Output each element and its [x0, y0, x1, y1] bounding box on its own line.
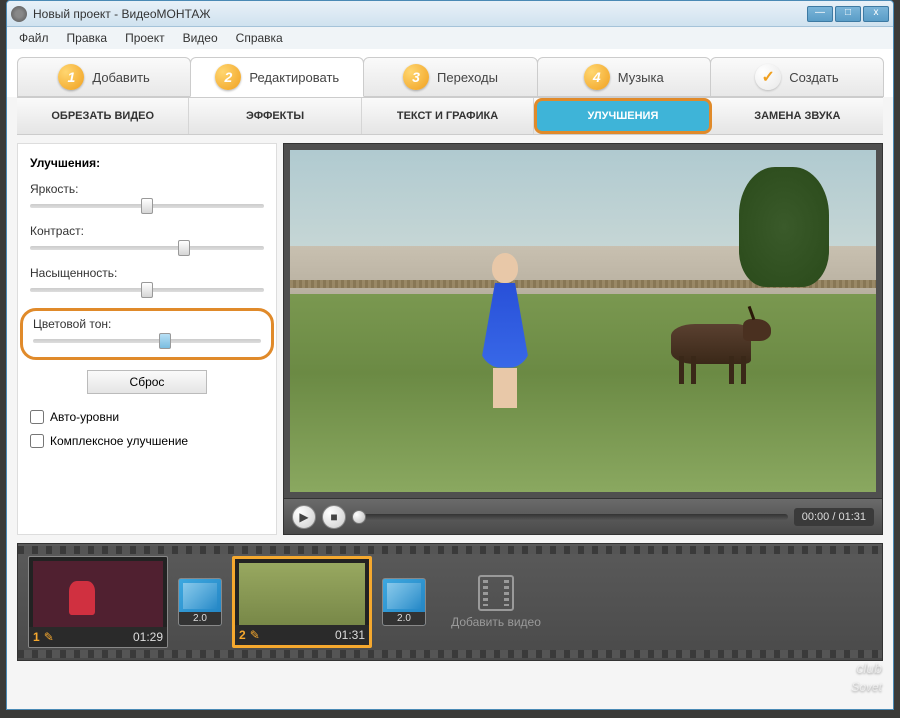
titlebar: Новый проект - ВидеоМОНТАЖ — □ x	[7, 1, 893, 27]
panel-heading: Улучшения:	[30, 156, 264, 170]
timeline: 1 ✎ 01:29 2.0 2 ✎ 01:31 2.0 Добавить вид…	[17, 543, 883, 661]
main-tabs: 1 Добавить 2 Редактировать 3 Переходы 4 …	[7, 49, 893, 97]
hue-label: Цветовой тон:	[33, 317, 261, 331]
auto-levels-input[interactable]	[30, 410, 44, 424]
saturation-label: Насыщенность:	[30, 266, 264, 280]
preview-panel: ▶ ■ 00:00 / 01:31	[283, 143, 883, 535]
maximize-button[interactable]: □	[835, 6, 861, 22]
brightness-thumb[interactable]	[141, 198, 153, 214]
clip-1[interactable]: 1 ✎ 01:29	[28, 556, 168, 648]
saturation-slider[interactable]	[30, 288, 264, 292]
saturation-group: Насыщенность:	[30, 266, 264, 292]
menu-project[interactable]: Проект	[117, 29, 173, 47]
complex-enhance-checkbox[interactable]: Комплексное улучшение	[30, 434, 264, 448]
transition-1[interactable]: 2.0	[178, 578, 222, 626]
tab-add[interactable]: 1 Добавить	[17, 57, 191, 97]
contrast-slider[interactable]	[30, 246, 264, 250]
brightness-slider[interactable]	[30, 204, 264, 208]
add-video-button[interactable]: Добавить видео	[436, 558, 556, 646]
step-4-icon: 4	[584, 64, 610, 90]
subtab-replace-audio[interactable]: ЗАМЕНА ЗВУКА	[712, 98, 883, 134]
saturation-thumb[interactable]	[141, 282, 153, 298]
seek-slider[interactable]	[352, 514, 788, 520]
menu-help[interactable]: Справка	[228, 29, 291, 47]
minimize-button[interactable]: —	[807, 6, 833, 22]
tab-edit[interactable]: 2 Редактировать	[190, 57, 364, 97]
hue-thumb[interactable]	[159, 333, 171, 349]
player-controls: ▶ ■ 00:00 / 01:31	[284, 498, 882, 534]
tab-music[interactable]: 4 Музыка	[537, 57, 711, 97]
timecode: 00:00 / 01:31	[794, 508, 874, 526]
stop-button[interactable]: ■	[322, 505, 346, 529]
auto-levels-checkbox[interactable]: Авто-уровни	[30, 410, 264, 424]
step-2-icon: 2	[215, 64, 241, 90]
clip-2[interactable]: 2 ✎ 01:31	[232, 556, 372, 648]
pencil-icon: ✎	[44, 630, 54, 644]
preview-scene	[290, 150, 876, 492]
app-window: Новый проект - ВидеоМОНТАЖ — □ x Файл Пр…	[6, 0, 894, 710]
pencil-icon: ✎	[250, 628, 260, 642]
transition-2[interactable]: 2.0	[382, 578, 426, 626]
app-icon	[11, 6, 27, 22]
checkmark-icon: ✓	[755, 64, 781, 90]
brightness-label: Яркость:	[30, 182, 264, 196]
complex-enhance-input[interactable]	[30, 434, 44, 448]
subtab-enhance[interactable]: УЛУЧШЕНИЯ	[534, 98, 711, 134]
play-button[interactable]: ▶	[292, 505, 316, 529]
girl-figure	[478, 253, 533, 413]
contrast-label: Контраст:	[30, 224, 264, 238]
subtab-trim[interactable]: ОБРЕЗАТЬ ВИДЕО	[17, 98, 189, 134]
contrast-group: Контраст:	[30, 224, 264, 250]
reset-button[interactable]: Сброс	[87, 370, 207, 394]
brightness-group: Яркость:	[30, 182, 264, 208]
film-icon	[478, 575, 514, 611]
seek-thumb[interactable]	[352, 510, 366, 524]
window-title: Новый проект - ВидеоМОНТАЖ	[33, 7, 807, 21]
close-button[interactable]: x	[863, 6, 889, 22]
hue-slider[interactable]	[33, 339, 261, 343]
menu-edit[interactable]: Правка	[59, 29, 116, 47]
step-3-icon: 3	[403, 64, 429, 90]
sub-tabs: ОБРЕЗАТЬ ВИДЕО ЭФФЕКТЫ ТЕКСТ И ГРАФИКА У…	[17, 97, 883, 135]
enhance-panel: Улучшения: Яркость: Контраст: Насыщеннос…	[17, 143, 277, 535]
menu-video[interactable]: Видео	[175, 29, 226, 47]
step-1-icon: 1	[58, 64, 84, 90]
subtab-text[interactable]: ТЕКСТ И ГРАФИКА	[362, 98, 534, 134]
tab-create[interactable]: ✓ Создать	[710, 57, 884, 97]
preview-viewport	[290, 150, 876, 492]
menu-file[interactable]: Файл	[11, 29, 57, 47]
menubar: Файл Правка Проект Видео Справка	[7, 27, 893, 49]
contrast-thumb[interactable]	[178, 240, 190, 256]
clip-2-thumb	[239, 563, 365, 625]
goat-figure	[661, 314, 771, 384]
clip-1-thumb	[33, 561, 163, 627]
hue-group: Цветовой тон:	[20, 308, 274, 360]
subtab-effects[interactable]: ЭФФЕКТЫ	[189, 98, 361, 134]
tab-transitions[interactable]: 3 Переходы	[363, 57, 537, 97]
